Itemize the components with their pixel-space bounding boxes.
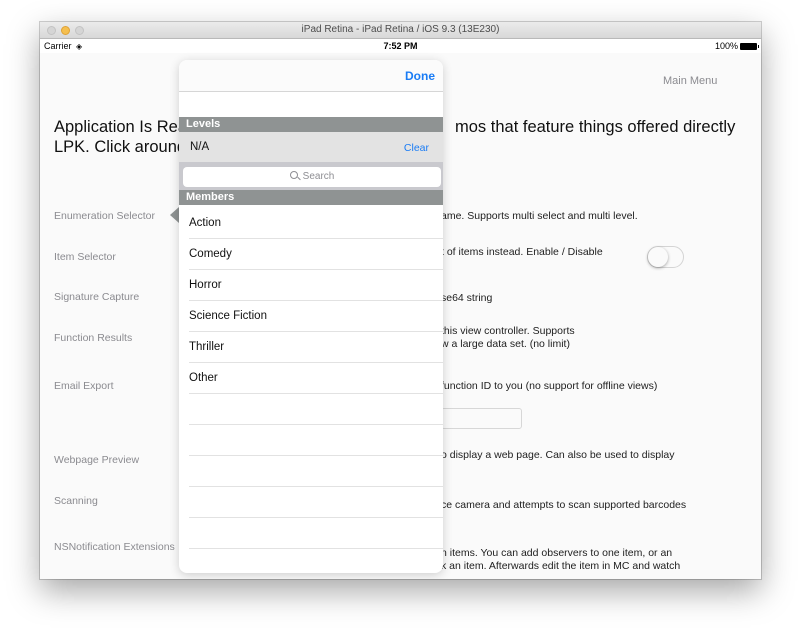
member-item-comedy[interactable]: Comedy [189,239,443,270]
member-item-horror[interactable]: Horror [189,270,443,301]
popover-nav-bar: Done [179,60,443,92]
search-input[interactable]: Search [183,167,441,187]
battery-indicator: 100% [714,41,759,51]
member-label: Science Fiction [189,310,267,322]
member-label: Action [189,217,221,229]
simulator-window: iPad Retina - iPad Retina / iOS 9.3 (13E… [40,22,761,579]
empty-row [189,456,443,487]
member-item-action[interactable]: Action [189,208,443,239]
level-value: N/A [190,141,210,153]
level-row-selected[interactable]: N/A Clear [179,132,443,162]
search-icon [289,171,298,179]
ios-status-bar: Carrier ◈ 7:52 PM 100% [40,39,761,53]
member-label: Horror [189,279,222,291]
battery-icon [740,42,759,50]
done-button[interactable]: Done [405,69,435,83]
empty-row [189,425,443,456]
battery-percent: 100% [714,41,738,51]
levels-section-header: Levels [179,117,443,132]
empty-row [189,394,443,425]
search-placeholder: Search [302,171,335,182]
member-item-science-fiction[interactable]: Science Fiction [189,301,443,332]
empty-row [189,487,443,518]
member-item-thriller[interactable]: Thriller [189,332,443,363]
clear-button[interactable]: Clear [404,142,429,154]
member-item-other[interactable]: Other [189,363,443,394]
member-label: Other [189,372,218,384]
search-bar: Search [179,162,443,190]
app-content: Main Menu Application Is Rea mos that fe… [40,53,761,579]
popover-arrow [170,207,179,223]
status-time: 7:52 PM [383,41,418,51]
member-label: Comedy [189,248,232,260]
empty-row [189,518,443,549]
enumeration-popover: Done Levels N/A Clear Search Members Act… [179,60,443,573]
window-title: iPad Retina - iPad Retina / iOS 9.3 (13E… [301,24,500,35]
members-section-header: Members [179,190,443,205]
member-label: Thriller [189,341,225,353]
title-bar: iPad Retina - iPad Retina / iOS 9.3 (13E… [40,22,761,39]
